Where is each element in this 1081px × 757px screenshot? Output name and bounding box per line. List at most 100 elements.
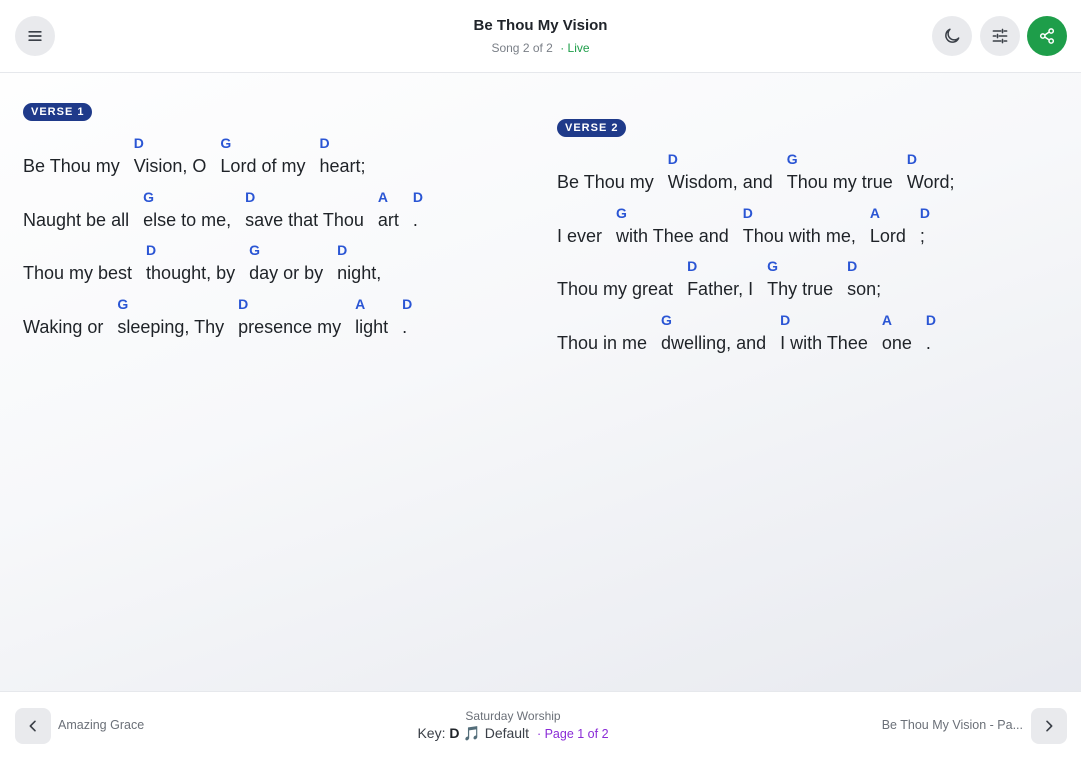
lyric: else to me, bbox=[143, 209, 232, 230]
lyric: art bbox=[377, 209, 399, 230]
lyric-line: I ever Gwith Thee and D Thou with me, A Lord D… bbox=[557, 203, 1057, 257]
lyric-segment: D; bbox=[920, 203, 930, 249]
chord: G bbox=[661, 311, 672, 328]
lyric: dwelling, and bbox=[661, 332, 767, 353]
lyric: Lord of my bbox=[220, 156, 306, 176]
lyric-segment: D Thou with me, bbox=[743, 203, 856, 249]
verse-badge: VERSE 2 bbox=[557, 119, 627, 137]
lyric: Be Thou my bbox=[557, 172, 654, 192]
lyric: Naught be all bbox=[23, 209, 130, 230]
lyric-segment: Gday or by bbox=[249, 240, 323, 286]
lyric-segment: Alight bbox=[355, 294, 388, 340]
lyric-segment: D. bbox=[402, 294, 412, 340]
lyric: night, bbox=[337, 263, 382, 283]
verse-lines: Be Thou my D Vision, O G Lord of my Dheart; N… bbox=[23, 133, 523, 347]
lyric-line: Thou my great D Father, I G Thy true Dson; bbox=[557, 256, 1057, 310]
chord: G bbox=[220, 135, 232, 151]
key-value: D bbox=[449, 725, 460, 741]
share-button[interactable] bbox=[1027, 16, 1067, 56]
chord bbox=[23, 133, 120, 153]
chord: D bbox=[687, 258, 698, 274]
chord: G bbox=[143, 188, 154, 205]
lyric: Be Thou my bbox=[23, 156, 120, 176]
display-settings-button[interactable] bbox=[980, 16, 1020, 56]
chord: G bbox=[786, 151, 798, 167]
chord: A bbox=[355, 295, 366, 312]
lyric: Thou my great bbox=[557, 279, 674, 299]
verse-1: VERSE 1 Be Thou my D Vision, O G Lord of my D… bbox=[23, 102, 523, 347]
lyric-segment: Dpresence my bbox=[238, 294, 341, 340]
lyric-segment: Dsave that Thou bbox=[245, 187, 364, 233]
chord bbox=[557, 203, 602, 223]
lyric-segment: Gdwelling, and bbox=[661, 310, 766, 356]
music-note-icon: 🎵 bbox=[463, 725, 481, 741]
chord: D bbox=[919, 204, 930, 221]
chord bbox=[23, 187, 129, 207]
verse-badge: VERSE 1 bbox=[23, 103, 93, 121]
chord: D bbox=[925, 311, 937, 328]
chord: A bbox=[881, 311, 892, 328]
share-icon bbox=[1039, 28, 1055, 44]
lyric-segment: D. bbox=[413, 187, 423, 233]
chord bbox=[557, 310, 647, 330]
next-song-label[interactable]: Be Thou My Vision - Pa... bbox=[873, 718, 1023, 732]
lyric-segment: Be Thou my bbox=[23, 133, 120, 179]
bottom-bar: Amazing Grace Saturday Worship Key: D 🎵 … bbox=[0, 691, 1081, 757]
lyric: I ever bbox=[557, 225, 603, 246]
top-bar: Be Thou My Vision Song 2 of 2 · Live bbox=[0, 0, 1081, 73]
lyric: day or by bbox=[249, 263, 324, 283]
chord: D bbox=[906, 151, 917, 167]
lyric-segment: D Father, I bbox=[687, 256, 753, 302]
lyric: Father, I bbox=[687, 279, 754, 299]
lyric: presence my bbox=[238, 316, 342, 337]
chord: D bbox=[667, 151, 678, 167]
lyric-segment: G Thou my true bbox=[787, 149, 893, 195]
lyric: one bbox=[881, 332, 912, 353]
lyric: Thy true bbox=[767, 279, 834, 299]
verse-lines: Be Thou my D Wisdom, and G Thou my true D Word… bbox=[557, 149, 1057, 363]
chord bbox=[23, 240, 132, 260]
lyric-segment: G Lord of my bbox=[220, 133, 305, 179]
lyric-segment: Dson; bbox=[847, 256, 881, 302]
chord: D bbox=[133, 135, 144, 151]
lyric: Lord bbox=[869, 225, 906, 246]
theme-toggle-button[interactable] bbox=[932, 16, 972, 56]
key-prefix: Key: bbox=[417, 725, 446, 741]
lyric: Wisdom, and bbox=[667, 172, 773, 192]
arrangement-name: Default bbox=[484, 725, 530, 741]
lyric: . bbox=[402, 316, 408, 337]
chord: D bbox=[402, 295, 413, 312]
lyric: . bbox=[925, 332, 931, 353]
lyric-segment: G Thy true bbox=[767, 256, 833, 302]
chord: D bbox=[780, 311, 791, 328]
chord: D bbox=[412, 188, 424, 205]
chord bbox=[557, 149, 654, 169]
lyric-segment: Thou in me bbox=[557, 310, 647, 356]
lyric: Thou in me bbox=[557, 332, 648, 353]
chord bbox=[23, 294, 103, 314]
lyric: heart; bbox=[319, 156, 366, 176]
song-subtitle: Song 2 of 2 · Live bbox=[0, 41, 1081, 55]
page-indicator: · Page 1 of 2 bbox=[536, 727, 609, 741]
lyric: I with Thee bbox=[780, 332, 868, 353]
lyric-segment: D I with Thee bbox=[780, 310, 868, 356]
lyric: light bbox=[355, 316, 389, 337]
chord: G bbox=[767, 258, 778, 274]
lyric-segment: Thou my great bbox=[557, 256, 673, 302]
lyric-line: Naught be all Gelse to me, Dsave that Thou… bbox=[23, 187, 523, 241]
lyric-line: Waking or Gsleeping, Thy Dpresence my Aligh… bbox=[23, 294, 523, 348]
chord: G bbox=[117, 295, 129, 312]
lyric: save that Thou bbox=[245, 209, 364, 230]
chord: D bbox=[847, 258, 858, 274]
chord: A bbox=[869, 204, 880, 221]
live-status: · Live bbox=[560, 41, 590, 55]
next-song-button[interactable] bbox=[1031, 708, 1067, 744]
lyric-line: Thou in me Gdwelling, and D I with Thee Aone… bbox=[557, 310, 1057, 364]
lyric-segment: Aart bbox=[378, 187, 399, 233]
lyric: son; bbox=[847, 279, 882, 299]
lyric-segment: Dheart; bbox=[319, 133, 365, 179]
lyric-segment: Thou my best bbox=[23, 240, 132, 286]
chevron-right-icon bbox=[1046, 720, 1053, 732]
lyric-segment: A Lord bbox=[870, 203, 906, 249]
lyric-line: Be Thou my D Wisdom, and G Thou my true D Word… bbox=[557, 149, 1057, 203]
